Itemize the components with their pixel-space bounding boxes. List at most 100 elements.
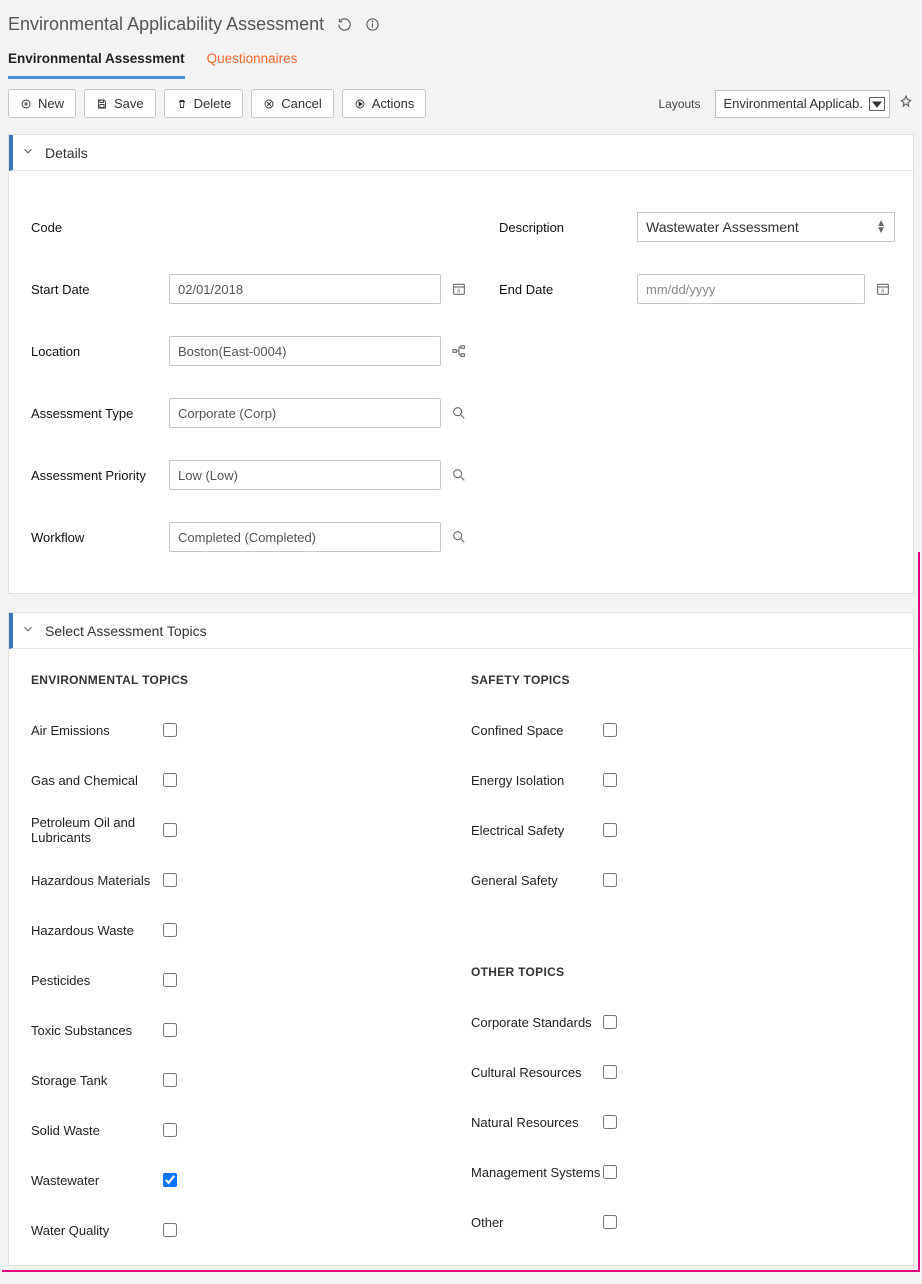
new-button[interactable]: New (8, 89, 76, 118)
env-topic-checkbox[interactable] (163, 1073, 177, 1087)
assessment-type-label: Assessment Type (31, 406, 163, 421)
env-topic-label: Wastewater (31, 1173, 163, 1188)
env-topic-checkbox[interactable] (163, 873, 177, 887)
safety-topic-checkbox[interactable] (603, 773, 617, 787)
info-icon[interactable] (365, 17, 380, 32)
layout-select[interactable]: Environmental Applicab. (715, 90, 890, 118)
env-topic-checkbox[interactable] (163, 723, 177, 737)
search-icon[interactable] (447, 529, 471, 545)
env-topic-checkbox[interactable] (163, 823, 177, 837)
end-date-input[interactable] (637, 274, 865, 304)
details-title: Details (45, 145, 88, 161)
env-topic-checkbox[interactable] (163, 773, 177, 787)
env-topic-label: Hazardous Waste (31, 923, 163, 938)
other-topic-checkbox[interactable] (603, 1065, 617, 1079)
end-date-label: End Date (499, 282, 631, 297)
code-label: Code (31, 220, 163, 235)
hierarchy-icon[interactable] (447, 343, 471, 359)
env-topics-column: ENVIRONMENTAL TOPICS Air EmissionsGas an… (31, 673, 471, 1255)
page-title: Environmental Applicability Assessment (8, 14, 324, 35)
other-topic-label: Management Systems (471, 1165, 603, 1180)
safety-topic-checkbox[interactable] (603, 873, 617, 887)
calendar-icon[interactable]: # (871, 281, 895, 297)
other-topic-row: Other (471, 1197, 895, 1247)
location-label: Location (31, 344, 163, 359)
env-topic-label: Petroleum Oil and Lubricants (31, 815, 163, 845)
actions-button[interactable]: Actions (342, 89, 427, 118)
delete-button[interactable]: Delete (164, 89, 244, 118)
stepper-icon[interactable]: ▲▼ (876, 220, 886, 234)
chevron-down-icon (21, 622, 35, 639)
env-topic-row: Air Emissions (31, 705, 471, 755)
safety-topic-checkbox[interactable] (603, 723, 617, 737)
env-topic-label: Water Quality (31, 1223, 163, 1238)
safety-topic-label: General Safety (471, 873, 603, 888)
save-label: Save (114, 96, 144, 111)
env-topic-label: Toxic Substances (31, 1023, 163, 1038)
description-input[interactable]: Wastewater Assessment ▲▼ (637, 212, 895, 242)
location-input[interactable] (169, 336, 441, 366)
save-button[interactable]: Save (84, 89, 156, 118)
safety-topic-label: Electrical Safety (471, 823, 603, 838)
assessment-type-input[interactable] (169, 398, 441, 428)
env-topic-label: Gas and Chemical (31, 773, 163, 788)
env-topic-checkbox[interactable] (163, 1223, 177, 1237)
refresh-icon[interactable] (336, 16, 353, 33)
other-topic-label: Natural Resources (471, 1115, 603, 1130)
safety-topic-label: Energy Isolation (471, 773, 603, 788)
env-topic-row: Pesticides (31, 955, 471, 1005)
other-topic-checkbox[interactable] (603, 1015, 617, 1029)
search-icon[interactable] (447, 405, 471, 421)
new-label: New (38, 96, 64, 111)
other-topic-row: Corporate Standards (471, 997, 895, 1047)
delete-label: Delete (194, 96, 232, 111)
other-topic-checkbox[interactable] (603, 1165, 617, 1179)
layout-value: Environmental Applicab. (724, 96, 863, 111)
description-value: Wastewater Assessment (646, 219, 799, 235)
tab-environmental-assessment[interactable]: Environmental Assessment (8, 51, 185, 79)
other-topic-row: Natural Resources (471, 1097, 895, 1147)
workflow-label: Workflow (31, 530, 163, 545)
other-topics-heading: OTHER TOPICS (471, 965, 895, 997)
env-topic-checkbox[interactable] (163, 923, 177, 937)
safety-topic-row: Energy Isolation (471, 755, 895, 805)
env-topic-checkbox[interactable] (163, 1023, 177, 1037)
env-topic-label: Storage Tank (31, 1073, 163, 1088)
env-topic-row: Solid Waste (31, 1105, 471, 1155)
cancel-button[interactable]: Cancel (251, 89, 333, 118)
other-topic-label: Cultural Resources (471, 1065, 603, 1080)
calendar-icon[interactable]: # (447, 281, 471, 297)
env-topic-row: Water Quality (31, 1205, 471, 1255)
env-topic-label: Solid Waste (31, 1123, 163, 1138)
topics-section: Select Assessment Topics ENVIRONMENTAL T… (8, 612, 914, 1266)
topics-title: Select Assessment Topics (45, 623, 207, 639)
actions-label: Actions (372, 96, 415, 111)
safety-topic-row: General Safety (471, 855, 895, 905)
env-topic-label: Air Emissions (31, 723, 163, 738)
env-topic-checkbox[interactable] (163, 973, 177, 987)
env-topic-row: Storage Tank (31, 1055, 471, 1105)
env-topic-row: Petroleum Oil and Lubricants (31, 805, 471, 855)
env-topic-row: Toxic Substances (31, 1005, 471, 1055)
safety-topic-row: Confined Space (471, 705, 895, 755)
tab-questionnaires[interactable]: Questionnaires (207, 51, 298, 79)
chevron-down-icon (869, 97, 885, 111)
env-topic-label: Hazardous Materials (31, 873, 163, 888)
details-header[interactable]: Details (9, 135, 913, 171)
other-topic-row: Management Systems (471, 1147, 895, 1197)
details-section: Details Code Description Wastewater Asse… (8, 134, 914, 594)
env-topic-checkbox[interactable] (163, 1173, 177, 1187)
topics-header[interactable]: Select Assessment Topics (9, 613, 913, 649)
assessment-priority-label: Assessment Priority (31, 468, 163, 483)
pin-icon[interactable] (898, 94, 914, 113)
assessment-priority-input[interactable] (169, 460, 441, 490)
search-icon[interactable] (447, 467, 471, 483)
other-topic-checkbox[interactable] (603, 1215, 617, 1229)
other-topic-checkbox[interactable] (603, 1115, 617, 1129)
env-topic-checkbox[interactable] (163, 1123, 177, 1137)
workflow-input[interactable] (169, 522, 441, 552)
env-topic-label: Pesticides (31, 973, 163, 988)
safety-topic-checkbox[interactable] (603, 823, 617, 837)
description-label: Description (499, 220, 631, 235)
start-date-input[interactable] (169, 274, 441, 304)
